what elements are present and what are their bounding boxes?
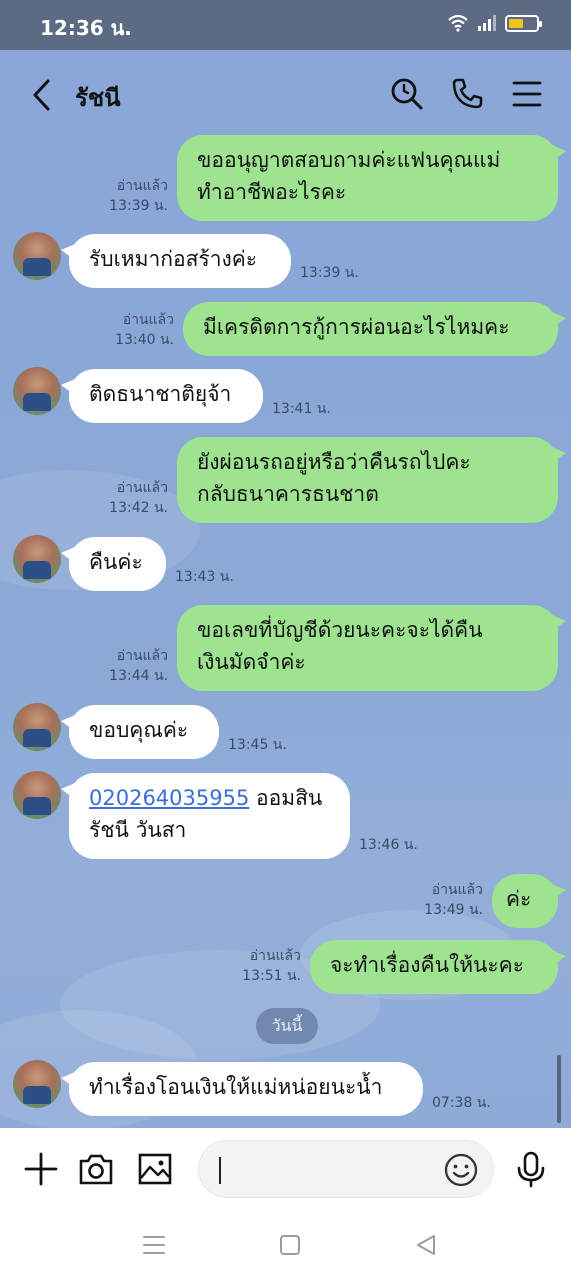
message-text: ทำเรื่องโอนเงินให้แม่หน่อยนะน้ำ — [89, 1075, 383, 1099]
text-caret — [219, 1157, 221, 1184]
message-text: รัชนี วันสา — [89, 818, 187, 842]
message-time: 13:51 น. — [242, 968, 301, 984]
chat-header: รัชนี — [0, 50, 571, 140]
message-time: 13:39 น. — [300, 265, 359, 281]
chat-title[interactable]: รัชนี — [75, 78, 121, 117]
message-meta: อ่านแล้ว 13:39 น. — [78, 176, 168, 216]
message-bubble-outgoing[interactable]: มีเครดิตการกู้การผ่อนอะไรไหมคะ — [183, 302, 566, 356]
wifi-icon — [448, 14, 468, 32]
call-button[interactable] — [449, 76, 485, 112]
message-text: ขอเลขที่บัญชีด้วยนะคะจะได้คืน — [197, 618, 483, 642]
message-input-bar — [0, 1128, 571, 1210]
search-icon — [391, 78, 423, 110]
home-icon — [280, 1235, 300, 1255]
message-bubble-incoming[interactable]: รับเหมาก่อสร้างค่ะ — [61, 234, 291, 288]
message-bubble-incoming[interactable]: ขอบคุณค่ะ — [61, 705, 219, 759]
message-meta: อ่านแล้ว 13:44 น. — [78, 646, 168, 686]
message-text: ขออนุญาตสอบถามค่ะแฟนคุณแม่ — [197, 148, 501, 172]
message-text: ยังผ่อนรถอยู่หรือว่าคืนรถไปคะ — [197, 450, 471, 474]
recent-apps-icon — [143, 1236, 165, 1254]
voice-button[interactable] — [512, 1150, 550, 1188]
message-text: ติดธนาชาติยุจ้า — [89, 382, 232, 406]
message-bubble-outgoing[interactable]: จะทำเรื่องคืนให้นะคะ — [310, 940, 566, 994]
signal-icon — [478, 15, 496, 31]
hamburger-menu-icon — [512, 81, 542, 107]
message-time: 13:44 น. — [109, 668, 168, 684]
message-text: มีเครดิตการกู้การผ่อนอะไรไหมคะ — [203, 315, 510, 339]
camera-button[interactable] — [77, 1150, 115, 1188]
contact-avatar[interactable] — [13, 232, 61, 280]
contact-avatar[interactable] — [13, 1060, 61, 1108]
system-nav-bar — [0, 1210, 571, 1280]
message-time: 13:49 น. — [424, 902, 483, 918]
home-button[interactable] — [277, 1232, 303, 1258]
message-time: 13:42 น. — [109, 500, 168, 516]
message-text: ทำอาชีพอะไรคะ — [197, 180, 347, 204]
message-text-line: 020264035955 ออมสิน — [89, 782, 330, 814]
message-time: 13:45 น. — [228, 737, 287, 753]
read-receipt: อ่านแล้ว — [116, 648, 168, 664]
message-bubble-incoming[interactable]: ทำเรื่องโอนเงินให้แม่หน่อยนะน้ำ — [61, 1062, 423, 1116]
message-bubble-outgoing[interactable]: ยังผ่อนรถอยู่หรือว่าคืนรถไปคะ กลับธนาคาร… — [177, 437, 566, 523]
read-receipt: อ่านแล้ว — [116, 178, 168, 194]
message-bubble-incoming[interactable]: คืนค่ะ — [61, 537, 166, 591]
add-button[interactable] — [22, 1150, 60, 1188]
emoji-icon — [444, 1153, 478, 1187]
message-time: 13:39 น. — [109, 198, 168, 214]
chevron-left-icon — [33, 79, 50, 111]
status-bar: 12:36 น. — [0, 0, 571, 50]
plus-icon — [24, 1152, 58, 1186]
image-icon — [138, 1153, 172, 1185]
message-bubble-outgoing[interactable]: ขออนุญาตสอบถามค่ะแฟนคุณแม่ ทำอาชีพอะไรคะ — [177, 135, 566, 221]
message-meta: อ่านแล้ว 13:51 น. — [211, 946, 301, 986]
message-bubble-outgoing[interactable]: ขอเลขที่บัญชีด้วยนะคะจะได้คืน เงินมัดจำค… — [177, 605, 566, 691]
camera-icon — [79, 1154, 113, 1185]
account-number-link[interactable]: 020264035955 — [89, 786, 249, 810]
contact-avatar[interactable] — [13, 367, 61, 415]
message-time: 13:40 น. — [115, 332, 174, 348]
message-time: 13:41 น. — [272, 401, 331, 417]
read-receipt: อ่านแล้ว — [122, 312, 174, 328]
contact-avatar[interactable] — [13, 703, 61, 751]
message-meta: อ่านแล้ว 13:40 น. — [84, 310, 174, 350]
search-button[interactable] — [389, 76, 425, 112]
message-meta: อ่านแล้ว 13:42 น. — [78, 478, 168, 518]
menu-button[interactable] — [509, 76, 545, 112]
message-time: 13:46 น. — [359, 837, 418, 853]
message-text: ขอบคุณค่ะ — [89, 718, 189, 742]
message-time: 13:43 น. — [175, 569, 234, 585]
message-bubble-incoming[interactable]: 020264035955 ออมสิน รัชนี วันสา — [61, 773, 350, 859]
phone-icon — [452, 78, 483, 109]
back-nav-button[interactable] — [413, 1232, 439, 1258]
message-text: เงินมัดจำค่ะ — [197, 650, 306, 674]
back-button[interactable] — [28, 78, 58, 112]
message-text: คืนค่ะ — [89, 550, 143, 574]
message-time: 07:38 น. — [432, 1095, 491, 1111]
status-time: 12:36 น. — [40, 16, 132, 40]
message-text: จะทำเรื่องคืนให้นะคะ — [330, 953, 525, 977]
message-text: รับเหมาก่อสร้างค่ะ — [89, 247, 258, 271]
chat-area[interactable]: รัชนี ขออนุญาตสอบถามค่ะแฟนคุณแม่ ทำอาชีพ… — [0, 50, 571, 1128]
image-button[interactable] — [136, 1150, 174, 1188]
message-input[interactable] — [198, 1140, 494, 1198]
message-bubble-outgoing[interactable]: ค่ะ — [492, 874, 566, 928]
back-triangle-icon — [417, 1235, 435, 1255]
message-meta: อ่านแล้ว 13:49 น. — [393, 880, 483, 920]
contact-avatar[interactable] — [13, 771, 61, 819]
message-text: กลับธนาคารธนชาต — [197, 482, 379, 506]
contact-avatar[interactable] — [13, 535, 61, 583]
battery-icon — [505, 14, 542, 32]
read-receipt: อ่านแล้ว — [116, 480, 168, 496]
read-receipt: อ่านแล้ว — [249, 948, 301, 964]
message-text: ค่ะ — [506, 887, 532, 911]
scrollbar[interactable] — [557, 1055, 561, 1123]
status-icons — [447, 14, 542, 32]
emoji-button[interactable] — [443, 1152, 479, 1188]
message-bubble-incoming[interactable]: ติดธนาชาติยุจ้า — [61, 369, 263, 423]
message-text: ออมสิน — [249, 786, 323, 810]
read-receipt: อ่านแล้ว — [431, 882, 483, 898]
recent-apps-button[interactable] — [141, 1232, 167, 1258]
microphone-icon — [517, 1151, 545, 1188]
date-separator: วันนี้ — [256, 1008, 318, 1044]
